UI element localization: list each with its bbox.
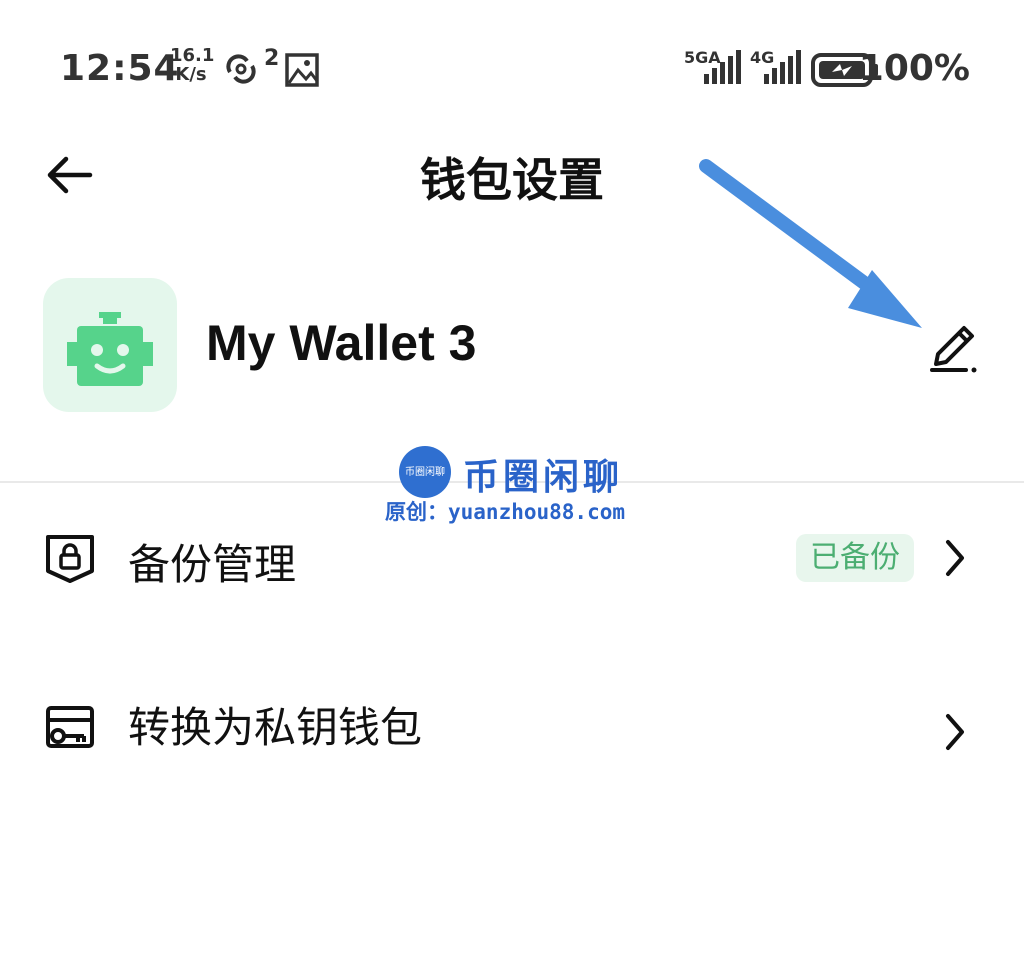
status-bar: 12:54 16.1 K/s 2 5GA 4G 100% xyxy=(0,0,1024,140)
shield-lock-icon xyxy=(46,535,94,583)
battery-percent: 100% xyxy=(858,48,970,89)
chevron-right-icon xyxy=(946,714,964,750)
signal-5g-bars-icon xyxy=(704,50,741,84)
wallet-name: My Wallet 3 xyxy=(206,315,477,371)
signal-4g-bars-icon xyxy=(764,50,801,84)
wallet-avatar xyxy=(43,278,177,412)
sync-icon xyxy=(226,54,256,84)
pencil-icon[interactable] xyxy=(922,320,982,376)
watermark-name: 币圈闲聊 xyxy=(463,456,624,498)
watermark-logo: 币圈闲聊 xyxy=(399,446,451,498)
menu-label-backup: 备份管理 xyxy=(128,540,297,589)
key-card-icon xyxy=(46,706,94,748)
menu-item-convert-private-key[interactable]: 转换为私钥钱包 xyxy=(0,668,1024,778)
status-time: 12:54 xyxy=(60,48,180,89)
robot-icon xyxy=(67,312,153,386)
status-badge: 已备份 xyxy=(796,534,914,582)
notification-count: 2 xyxy=(264,46,280,71)
chevron-right-icon xyxy=(946,540,964,576)
wallet-row: My Wallet 3 xyxy=(0,270,1024,420)
menu-label-convert: 转换为私钥钱包 xyxy=(128,703,423,752)
image-icon xyxy=(285,53,319,87)
menu-item-backup[interactable]: 备份管理 已备份 xyxy=(0,503,1024,613)
network-speed: 16.1 K/s xyxy=(170,45,215,85)
